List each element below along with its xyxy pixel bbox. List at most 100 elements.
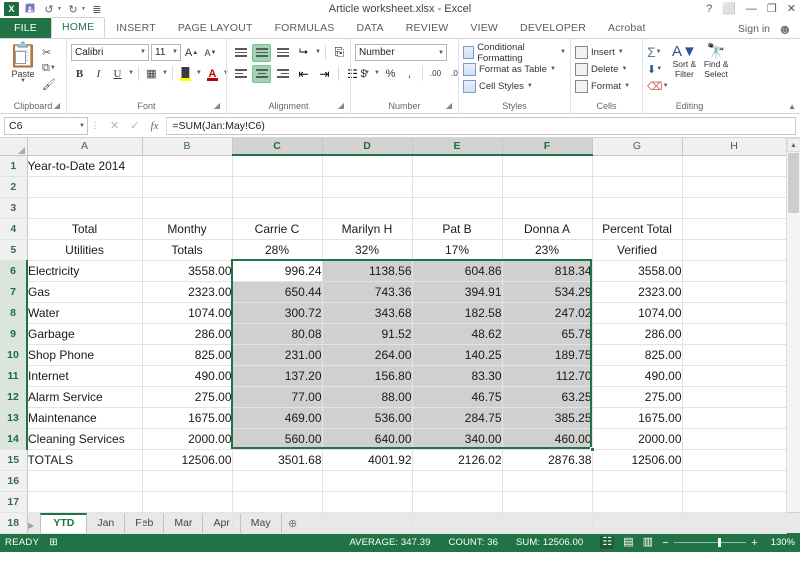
cell-A8[interactable]: Water (27, 302, 142, 323)
cell-E17[interactable] (412, 491, 502, 512)
column-header-g[interactable]: G (592, 138, 682, 155)
cell-A16[interactable] (27, 470, 142, 491)
cell-G14[interactable]: 2000.00 (592, 428, 682, 449)
cell-D14[interactable]: 640.00 (322, 428, 412, 449)
fill-color-dropdown-icon[interactable]: ▼ (196, 71, 202, 76)
cell-B10[interactable]: 825.00 (142, 344, 232, 365)
cell-B14[interactable]: 2000.00 (142, 428, 232, 449)
delete-dropdown-icon[interactable]: ▼ (621, 67, 627, 72)
cell-H1[interactable] (682, 155, 786, 176)
cell-A6[interactable]: Electricity (27, 260, 142, 281)
cell-B18[interactable] (142, 512, 232, 533)
cell-A5[interactable]: Utilities (27, 239, 142, 260)
copy-button[interactable]: ⧉▼ (42, 61, 56, 76)
cell-G9[interactable]: 286.00 (592, 323, 682, 344)
cell-A7[interactable]: Gas (27, 281, 142, 302)
cell-H4[interactable] (682, 218, 786, 239)
cell-F15[interactable]: 2876.38 (502, 449, 592, 470)
cell-E9[interactable]: 48.62 (412, 323, 502, 344)
cell-G2[interactable] (592, 176, 682, 197)
cell-G17[interactable] (592, 491, 682, 512)
cell-F3[interactable] (502, 197, 592, 218)
cell-F4[interactable]: Donna A (502, 218, 592, 239)
cell-D7[interactable]: 743.36 (322, 281, 412, 302)
cell-E13[interactable]: 284.75 (412, 407, 502, 428)
decrease-indent-button[interactable]: ⇤ (294, 65, 313, 83)
cell-D10[interactable]: 264.00 (322, 344, 412, 365)
cell-C13[interactable]: 469.00 (232, 407, 322, 428)
cell-C16[interactable] (232, 470, 322, 491)
format-dropdown-icon[interactable]: ▼ (624, 84, 630, 89)
cell-A17[interactable] (27, 491, 142, 512)
cell-D18[interactable] (322, 512, 412, 533)
cell-C2[interactable] (232, 176, 322, 197)
column-header-h[interactable]: H (682, 138, 786, 155)
font-dialog-launcher-icon[interactable]: ◢ (214, 99, 220, 112)
cell-E12[interactable]: 46.75 (412, 386, 502, 407)
cell-D16[interactable] (322, 470, 412, 491)
cell-C9[interactable]: 80.08 (232, 323, 322, 344)
conditional-formatting-dropdown-icon[interactable]: ▼ (560, 50, 566, 55)
cell-C11[interactable]: 137.20 (232, 365, 322, 386)
orientation-button[interactable]: ⮡ (294, 44, 313, 62)
cell-D3[interactable] (322, 197, 412, 218)
cell-G13[interactable]: 1675.00 (592, 407, 682, 428)
delete-cells-button[interactable]: Delete ▼ (575, 61, 627, 78)
fill-color-button[interactable]: █ (177, 65, 194, 82)
cancel-formula-icon[interactable]: ✕ (110, 119, 119, 132)
cell-F5[interactable]: 23% (502, 239, 592, 260)
cell-E1[interactable] (412, 155, 502, 176)
zoom-slider[interactable] (674, 542, 746, 543)
alignment-dialog-launcher-icon[interactable]: ◢ (338, 99, 344, 112)
cell-D9[interactable]: 91.52 (322, 323, 412, 344)
row-header-6[interactable]: 6 (0, 260, 27, 281)
cell-E4[interactable]: Pat B (412, 218, 502, 239)
cell-F7[interactable]: 534.29 (502, 281, 592, 302)
tab-page-layout[interactable]: PAGE LAYOUT (167, 19, 264, 38)
redo-icon[interactable]: ↻ (65, 2, 81, 17)
cell-H5[interactable] (682, 239, 786, 260)
account-avatar-icon[interactable]: ☻ (775, 20, 795, 38)
name-box[interactable]: C6 ▼ (4, 117, 88, 135)
cell-D2[interactable] (322, 176, 412, 197)
clipboard-dialog-launcher-icon[interactable]: ◢ (54, 99, 60, 112)
insert-dropdown-icon[interactable]: ▼ (618, 50, 624, 55)
minimize-icon[interactable]: — (746, 4, 757, 15)
cell-H3[interactable] (682, 197, 786, 218)
cell-D6[interactable]: 1138.56 (322, 260, 412, 281)
zoom-in-icon[interactable]: + (750, 537, 759, 549)
cell-C17[interactable] (232, 491, 322, 512)
cell-E18[interactable] (412, 512, 502, 533)
row-header-5[interactable]: 5 (0, 239, 27, 260)
font-size-chevron-down-icon[interactable]: ▼ (172, 45, 180, 60)
cell-C15[interactable]: 3501.68 (232, 449, 322, 470)
accounting-format-button[interactable]: $ (355, 65, 372, 82)
accounting-dropdown-icon[interactable]: ▼ (374, 71, 380, 76)
cell-F2[interactable] (502, 176, 592, 197)
close-icon[interactable]: ✕ (787, 4, 796, 15)
row-header-15[interactable]: 15 (0, 449, 27, 470)
cell-C8[interactable]: 300.72 (232, 302, 322, 323)
clear-button[interactable]: ⌫ ▼ (647, 78, 669, 94)
name-box-chevron-down-icon[interactable]: ▼ (79, 123, 87, 129)
cell-F11[interactable]: 112.70 (502, 365, 592, 386)
cell-A4[interactable]: Total (27, 218, 142, 239)
cell-G6[interactable]: 3558.00 (592, 260, 682, 281)
tab-acrobat[interactable]: Acrobat (597, 19, 657, 38)
cell-D12[interactable]: 88.00 (322, 386, 412, 407)
cell-H17[interactable] (682, 491, 786, 512)
underline-dropdown-icon[interactable]: ▼ (128, 71, 134, 76)
cell-styles-dropdown-icon[interactable]: ▼ (527, 84, 533, 89)
insert-cells-button[interactable]: Insert ▼ (575, 44, 624, 61)
clear-dropdown-icon[interactable]: ▼ (663, 84, 669, 89)
cell-B4[interactable]: Monthy (142, 218, 232, 239)
column-header-f[interactable]: F (502, 138, 592, 155)
cell-H9[interactable] (682, 323, 786, 344)
row-header-8[interactable]: 8 (0, 302, 27, 323)
paste-button[interactable]: 📋 Paste ▼ (4, 42, 42, 84)
tab-review[interactable]: REVIEW (395, 19, 460, 38)
borders-dropdown-icon[interactable]: ▼ (162, 71, 168, 76)
row-header-10[interactable]: 10 (0, 344, 27, 365)
cell-E14[interactable]: 340.00 (412, 428, 502, 449)
cell-G5[interactable]: Verified (592, 239, 682, 260)
